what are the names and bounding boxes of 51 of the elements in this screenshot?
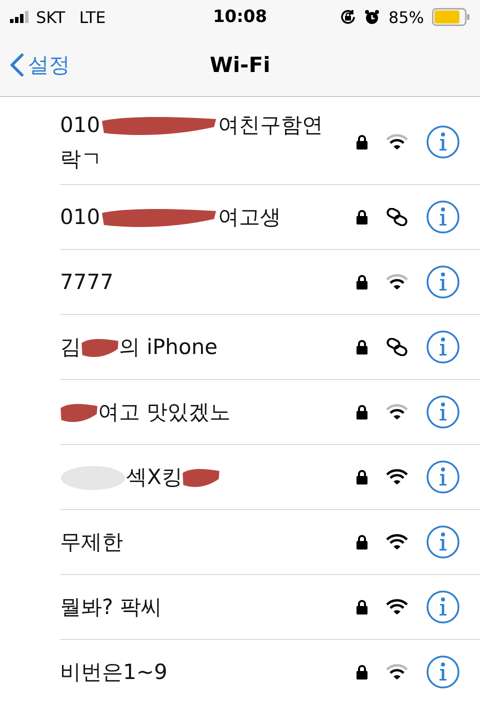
blur-smudge bbox=[60, 465, 126, 492]
network-name[interactable]: 010 여고생 bbox=[60, 192, 340, 242]
wifi-icon bbox=[386, 469, 408, 485]
wifi-icon bbox=[386, 274, 408, 290]
redaction-scribble bbox=[60, 402, 98, 424]
info-button[interactable] bbox=[426, 395, 460, 429]
lock-icon bbox=[356, 404, 368, 420]
wifi-icon bbox=[386, 134, 408, 150]
lock-icon bbox=[356, 664, 368, 680]
back-button[interactable]: 설정 bbox=[10, 51, 70, 79]
lock-icon bbox=[356, 134, 368, 150]
lock-icon bbox=[356, 599, 368, 615]
info-button[interactable] bbox=[426, 330, 460, 364]
network-type: LTE bbox=[79, 8, 106, 26]
lock-icon bbox=[356, 339, 368, 355]
info-button[interactable] bbox=[426, 655, 460, 689]
alarm-icon bbox=[364, 9, 380, 25]
lock-icon bbox=[356, 534, 368, 550]
network-name[interactable]: 뭘봐? 팍씨 bbox=[60, 582, 340, 632]
battery-percent: 85% bbox=[388, 8, 424, 26]
info-button[interactable] bbox=[426, 265, 460, 299]
carrier-name: SKT bbox=[36, 8, 66, 26]
lock-icon bbox=[356, 274, 368, 290]
rotation-lock-icon bbox=[340, 9, 356, 25]
wifi-icon bbox=[386, 534, 408, 550]
network-name[interactable]: 여고 맛있겠노 bbox=[60, 387, 340, 437]
hotspot-icon bbox=[386, 338, 408, 356]
chevron-icon bbox=[10, 53, 24, 77]
info-button[interactable] bbox=[426, 200, 460, 234]
battery-icon bbox=[432, 8, 470, 26]
wifi-icon bbox=[386, 599, 408, 615]
redaction-scribble bbox=[182, 467, 220, 490]
network-name[interactable]: 010 여친구함연락ㄱ bbox=[60, 100, 340, 184]
screen-title: Wi-Fi bbox=[210, 53, 270, 77]
info-button[interactable] bbox=[426, 525, 460, 559]
info-button[interactable] bbox=[426, 590, 460, 624]
info-button[interactable] bbox=[426, 125, 460, 159]
network-name[interactable]: 김 의 iPhone bbox=[60, 322, 340, 372]
redaction-scribble bbox=[81, 337, 119, 360]
lock-icon bbox=[356, 469, 368, 485]
network-name[interactable]: 무제한 bbox=[60, 517, 340, 567]
network-name[interactable]: 섹X킹 bbox=[60, 452, 340, 502]
lock-icon bbox=[356, 209, 368, 225]
info-button[interactable] bbox=[426, 460, 460, 494]
network-name[interactable]: 7777 bbox=[60, 257, 340, 307]
wifi-icon bbox=[386, 404, 408, 420]
wifi-icon bbox=[386, 664, 408, 680]
network-name[interactable]: 비번은1~9 bbox=[60, 647, 340, 697]
clock-time: 10:08 bbox=[212, 7, 268, 27]
hotspot-icon bbox=[386, 208, 408, 226]
signal-icon bbox=[10, 11, 30, 23]
